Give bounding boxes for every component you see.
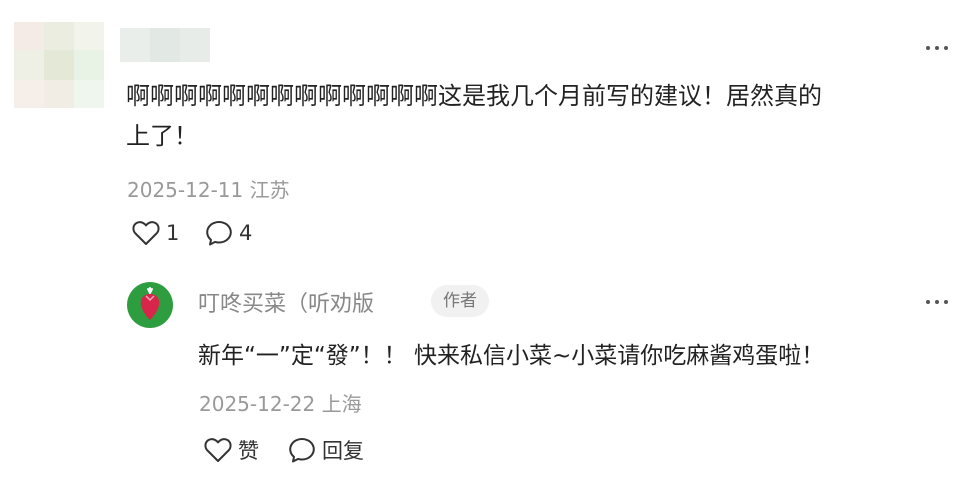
reply-like-button[interactable]: 赞	[204, 435, 259, 465]
comment-date: 2025-12-11	[127, 178, 244, 202]
comment-thread: 啊啊啊啊啊啊啊啊啊啊啊啊啊这是我几个月前写的建议！居然真的 上了！ 2025-1…	[0, 0, 980, 480]
heart-icon	[132, 221, 160, 245]
more-dot	[926, 46, 930, 50]
comment-more-button[interactable]	[926, 46, 948, 50]
commenter-name[interactable]	[120, 28, 210, 62]
heart-icon	[204, 438, 232, 462]
reply-like-label: 赞	[238, 439, 259, 463]
reply-text: 新年“一”定“發”！！ 快来私信小菜~小菜请你吃麻酱鸡蛋啦！	[198, 343, 825, 369]
comment-text-line1: 啊啊啊啊啊啊啊啊啊啊啊啊啊这是我几个月前写的建议！居然真的	[126, 82, 822, 110]
comment-location: 江苏	[249, 178, 290, 202]
reply-username[interactable]: 叮咚买菜（听劝版	[198, 286, 374, 318]
more-dot	[926, 300, 930, 304]
reply-meta: 2025-12-22 上海	[199, 388, 362, 417]
more-dot	[935, 300, 939, 304]
comment-like-count: 1	[166, 221, 180, 245]
reply-reply-label: 回复	[322, 439, 364, 463]
reply-date: 2025-12-22	[199, 392, 316, 416]
reply-location: 上海	[321, 392, 362, 416]
comment-reply-count: 4	[239, 221, 253, 245]
comment-like-button[interactable]: 1	[132, 220, 179, 246]
radish-icon	[140, 287, 160, 320]
more-dot	[935, 46, 939, 50]
comment-bubble-icon	[206, 221, 232, 246]
reply-more-button[interactable]	[926, 300, 948, 304]
comment-reply-button[interactable]: 4	[205, 220, 252, 246]
comment-text-line2: 上了！	[126, 122, 198, 150]
comment-bubble-icon	[289, 438, 315, 463]
comment-meta: 2025-12-11 江苏	[127, 174, 290, 203]
more-dot	[944, 46, 948, 50]
commenter-avatar[interactable]	[14, 22, 104, 108]
reply-avatar[interactable]	[127, 282, 173, 328]
more-dot	[944, 300, 948, 304]
reply-reply-button[interactable]: 回复	[288, 435, 364, 465]
author-badge: 作者	[431, 285, 489, 317]
